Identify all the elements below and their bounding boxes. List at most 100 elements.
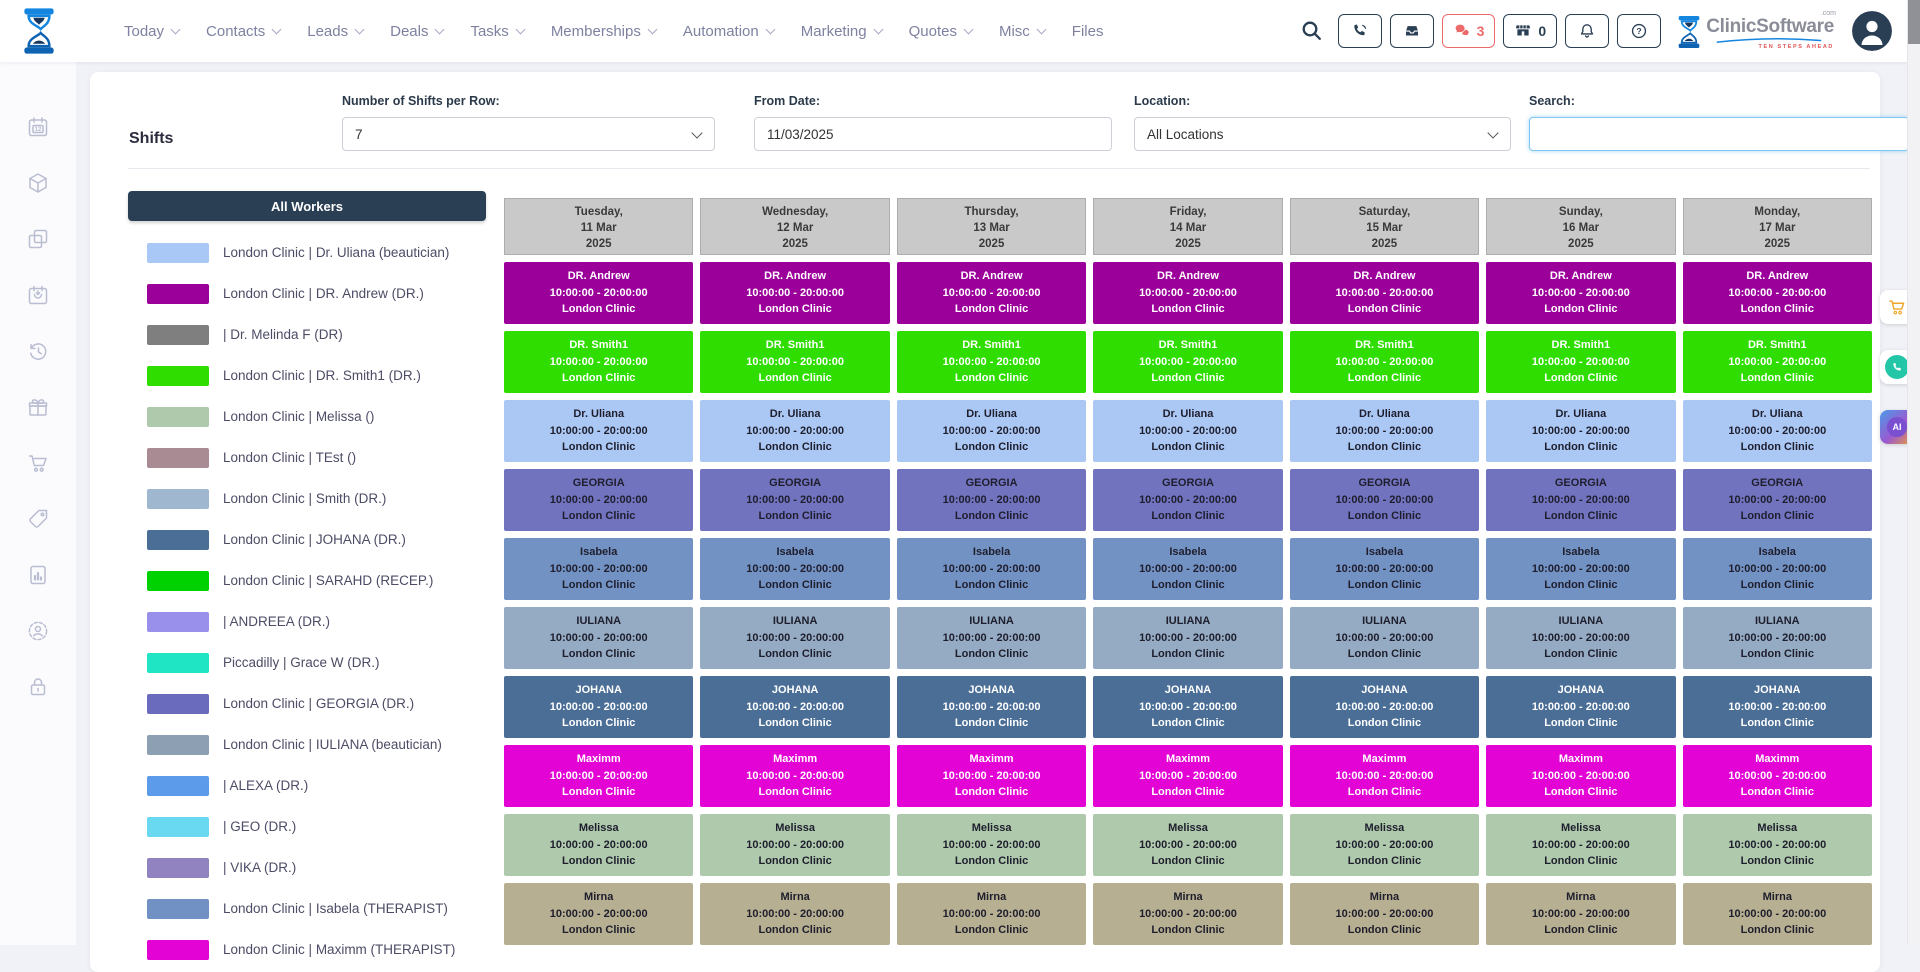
worker-row[interactable]: London Clinic | DR. Smith1 (DR.) bbox=[128, 355, 486, 396]
all-workers-button[interactable]: All Workers bbox=[128, 191, 486, 221]
shift-card[interactable]: Maximm10:00:00 - 20:00:00London Clinic bbox=[1683, 745, 1872, 807]
shift-card[interactable]: JOHANA10:00:00 - 20:00:00London Clinic bbox=[700, 676, 889, 738]
search-icon[interactable] bbox=[1300, 19, 1324, 43]
shift-card[interactable]: DR. Andrew10:00:00 - 20:00:00London Clin… bbox=[1093, 262, 1282, 324]
shift-card[interactable]: Isabela10:00:00 - 20:00:00London Clinic bbox=[897, 538, 1086, 600]
store-button[interactable]: 0 bbox=[1503, 14, 1557, 48]
shift-card[interactable]: Dr. Uliana10:00:00 - 20:00:00London Clin… bbox=[1093, 400, 1282, 462]
nav-item-quotes[interactable]: Quotes bbox=[909, 23, 972, 40]
shift-card[interactable]: Dr. Uliana10:00:00 - 20:00:00London Clin… bbox=[504, 400, 693, 462]
shift-card[interactable]: Isabela10:00:00 - 20:00:00London Clinic bbox=[1290, 538, 1479, 600]
worker-row[interactable]: London Clinic | IULIANA (beautician) bbox=[128, 724, 486, 765]
shift-card[interactable]: Melissa10:00:00 - 20:00:00London Clinic bbox=[1486, 814, 1675, 876]
shift-card[interactable]: Dr. Uliana10:00:00 - 20:00:00London Clin… bbox=[1290, 400, 1479, 462]
shift-card[interactable]: IULIANA10:00:00 - 20:00:00London Clinic bbox=[504, 607, 693, 669]
shift-card[interactable]: Dr. Uliana10:00:00 - 20:00:00London Clin… bbox=[700, 400, 889, 462]
scrollbar-thumb[interactable] bbox=[1908, 0, 1920, 44]
from-date-input[interactable] bbox=[754, 117, 1112, 151]
shift-card[interactable]: Melissa10:00:00 - 20:00:00London Clinic bbox=[504, 814, 693, 876]
search-input[interactable] bbox=[1529, 117, 1909, 151]
worker-row[interactable]: London Clinic | GEORGIA (DR.) bbox=[128, 683, 486, 724]
worker-row[interactable]: London Clinic | JOHANA (DR.) bbox=[128, 519, 486, 560]
shift-card[interactable]: Dr. Uliana10:00:00 - 20:00:00London Clin… bbox=[897, 400, 1086, 462]
worker-row[interactable]: London Clinic | Maximm (THERAPIST) bbox=[128, 929, 486, 970]
inbox-button[interactable] bbox=[1390, 14, 1434, 48]
shift-card[interactable]: GEORGIA10:00:00 - 20:00:00London Clinic bbox=[1093, 469, 1282, 531]
nav-item-deals[interactable]: Deals bbox=[390, 23, 443, 40]
shift-card[interactable]: Melissa10:00:00 - 20:00:00London Clinic bbox=[897, 814, 1086, 876]
shift-card[interactable]: DR. Smith110:00:00 - 20:00:00London Clin… bbox=[504, 331, 693, 393]
worker-row[interactable]: London Clinic | Isabela (THERAPIST) bbox=[128, 888, 486, 929]
page-scrollbar[interactable] bbox=[1907, 0, 1920, 945]
gift-icon[interactable] bbox=[26, 395, 50, 419]
calendar-download-icon[interactable] bbox=[26, 283, 50, 307]
shift-card[interactable]: Maximm10:00:00 - 20:00:00London Clinic bbox=[1486, 745, 1675, 807]
shift-card[interactable]: IULIANA10:00:00 - 20:00:00London Clinic bbox=[1093, 607, 1282, 669]
shift-card[interactable]: GEORGIA10:00:00 - 20:00:00London Clinic bbox=[1683, 469, 1872, 531]
shift-card[interactable]: DR. Andrew10:00:00 - 20:00:00London Clin… bbox=[504, 262, 693, 324]
brand-logo[interactable]: .com ClinicSoftware TEN STEPS AHEAD bbox=[1677, 12, 1834, 50]
shift-card[interactable]: Maximm10:00:00 - 20:00:00London Clinic bbox=[700, 745, 889, 807]
worker-row[interactable]: London Clinic | DR. Andrew (DR.) bbox=[128, 273, 486, 314]
report-icon[interactable] bbox=[26, 563, 50, 587]
shift-card[interactable]: JOHANA10:00:00 - 20:00:00London Clinic bbox=[1290, 676, 1479, 738]
shift-card[interactable]: Maximm10:00:00 - 20:00:00London Clinic bbox=[1093, 745, 1282, 807]
shift-card[interactable]: IULIANA10:00:00 - 20:00:00London Clinic bbox=[1290, 607, 1479, 669]
avatar[interactable] bbox=[1852, 11, 1892, 51]
shift-card[interactable]: Mirna10:00:00 - 20:00:00London Clinic bbox=[897, 883, 1086, 945]
location-select[interactable]: All Locations bbox=[1134, 117, 1511, 151]
help-button[interactable]: ? bbox=[1617, 14, 1661, 48]
nav-item-contacts[interactable]: Contacts bbox=[206, 23, 280, 40]
worker-row[interactable]: London Clinic | Melissa () bbox=[128, 396, 486, 437]
nav-item-marketing[interactable]: Marketing bbox=[801, 23, 882, 40]
shift-card[interactable]: Melissa10:00:00 - 20:00:00London Clinic bbox=[700, 814, 889, 876]
shift-card[interactable]: Melissa10:00:00 - 20:00:00London Clinic bbox=[1290, 814, 1479, 876]
worker-row[interactable]: | VIKA (DR.) bbox=[128, 847, 486, 888]
shift-card[interactable]: Maximm10:00:00 - 20:00:00London Clinic bbox=[504, 745, 693, 807]
shift-card[interactable]: Isabela10:00:00 - 20:00:00London Clinic bbox=[504, 538, 693, 600]
notifications-button[interactable] bbox=[1565, 14, 1609, 48]
shift-card[interactable]: Maximm10:00:00 - 20:00:00London Clinic bbox=[897, 745, 1086, 807]
calendar-icon[interactable]: 12 bbox=[26, 115, 50, 139]
nav-item-tasks[interactable]: Tasks bbox=[470, 23, 523, 40]
shift-card[interactable]: DR. Andrew10:00:00 - 20:00:00London Clin… bbox=[1683, 262, 1872, 324]
package-icon[interactable] bbox=[26, 171, 50, 195]
shift-card[interactable]: GEORGIA10:00:00 - 20:00:00London Clinic bbox=[700, 469, 889, 531]
shift-card[interactable]: DR. Smith110:00:00 - 20:00:00London Clin… bbox=[1290, 331, 1479, 393]
shift-card[interactable]: Melissa10:00:00 - 20:00:00London Clinic bbox=[1683, 814, 1872, 876]
shift-card[interactable]: IULIANA10:00:00 - 20:00:00London Clinic bbox=[1486, 607, 1675, 669]
shift-card[interactable]: DR. Smith110:00:00 - 20:00:00London Clin… bbox=[897, 331, 1086, 393]
shift-card[interactable]: GEORGIA10:00:00 - 20:00:00London Clinic bbox=[504, 469, 693, 531]
phone-button[interactable] bbox=[1338, 14, 1382, 48]
shift-card[interactable]: DR. Smith110:00:00 - 20:00:00London Clin… bbox=[1486, 331, 1675, 393]
shift-card[interactable]: Dr. Uliana10:00:00 - 20:00:00London Clin… bbox=[1486, 400, 1675, 462]
worker-row[interactable]: Piccadilly | Grace W (DR.) bbox=[128, 642, 486, 683]
nav-item-automation[interactable]: Automation bbox=[683, 23, 774, 40]
shift-card[interactable]: Mirna10:00:00 - 20:00:00London Clinic bbox=[700, 883, 889, 945]
price-tag-icon[interactable] bbox=[26, 507, 50, 531]
shift-card[interactable]: Dr. Uliana10:00:00 - 20:00:00London Clin… bbox=[1683, 400, 1872, 462]
shift-card[interactable]: DR. Smith110:00:00 - 20:00:00London Clin… bbox=[700, 331, 889, 393]
shift-card[interactable]: JOHANA10:00:00 - 20:00:00London Clinic bbox=[1486, 676, 1675, 738]
nav-item-today[interactable]: Today bbox=[124, 23, 179, 40]
shift-card[interactable]: Mirna10:00:00 - 20:00:00London Clinic bbox=[504, 883, 693, 945]
shift-card[interactable]: GEORGIA10:00:00 - 20:00:00London Clinic bbox=[897, 469, 1086, 531]
shift-card[interactable]: Mirna10:00:00 - 20:00:00London Clinic bbox=[1290, 883, 1479, 945]
shift-card[interactable]: DR. Andrew10:00:00 - 20:00:00London Clin… bbox=[897, 262, 1086, 324]
copy-icon[interactable] bbox=[26, 227, 50, 251]
shift-card[interactable]: Isabela10:00:00 - 20:00:00London Clinic bbox=[1486, 538, 1675, 600]
shifts-per-row-select[interactable]: 7 bbox=[342, 117, 715, 151]
shift-card[interactable]: GEORGIA10:00:00 - 20:00:00London Clinic bbox=[1486, 469, 1675, 531]
shift-card[interactable]: Isabela10:00:00 - 20:00:00London Clinic bbox=[1093, 538, 1282, 600]
worker-row[interactable]: | Dr. Melinda F (DR) bbox=[128, 314, 486, 355]
shift-card[interactable]: JOHANA10:00:00 - 20:00:00London Clinic bbox=[1683, 676, 1872, 738]
shift-card[interactable]: IULIANA10:00:00 - 20:00:00London Clinic bbox=[700, 607, 889, 669]
worker-row[interactable]: London Clinic | Dr. Uliana (beautician) bbox=[128, 232, 486, 273]
shift-card[interactable]: JOHANA10:00:00 - 20:00:00London Clinic bbox=[897, 676, 1086, 738]
lock-icon[interactable] bbox=[26, 675, 50, 699]
shift-card[interactable]: Maximm10:00:00 - 20:00:00London Clinic bbox=[1290, 745, 1479, 807]
shift-card[interactable]: IULIANA10:00:00 - 20:00:00London Clinic bbox=[897, 607, 1086, 669]
nav-item-memberships[interactable]: Memberships bbox=[551, 23, 656, 40]
account-icon[interactable] bbox=[26, 619, 50, 643]
shift-card[interactable]: JOHANA10:00:00 - 20:00:00London Clinic bbox=[1093, 676, 1282, 738]
